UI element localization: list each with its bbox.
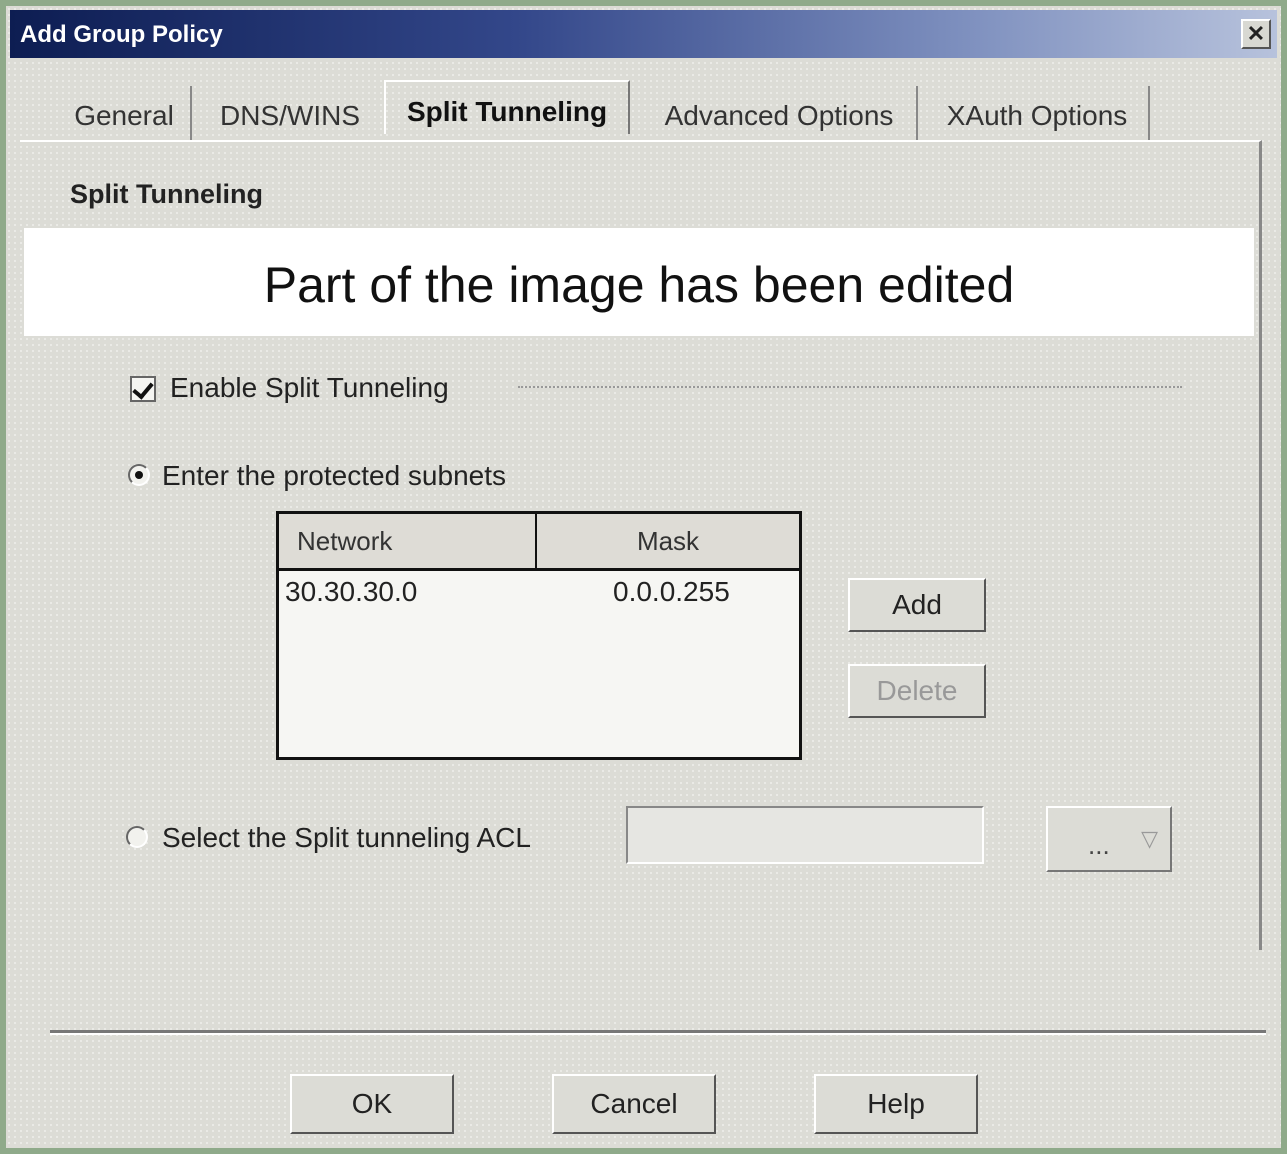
- subnet-table[interactable]: Network Mask 30.30.30.0 0.0.0.255: [276, 511, 802, 760]
- tab-general[interactable]: General: [58, 86, 192, 140]
- tab-split-tunneling[interactable]: Split Tunneling: [384, 80, 630, 134]
- cell-mask: 0.0.0.255: [613, 576, 730, 607]
- tab-xauth-options[interactable]: XAuth Options: [926, 86, 1150, 140]
- cancel-button-label: Cancel: [590, 1088, 678, 1119]
- split-acl-field[interactable]: [626, 806, 984, 864]
- delete-button[interactable]: Delete: [848, 664, 986, 718]
- split-acl-radio[interactable]: [126, 826, 148, 848]
- tab-label: General: [74, 100, 174, 131]
- section-title: Split Tunneling: [70, 179, 263, 209]
- window-title: Add Group Policy: [20, 21, 223, 48]
- enable-split-tunneling-label: Enable Split Tunneling: [170, 372, 449, 403]
- split-acl-dropdown-button[interactable]: ... ▽: [1046, 806, 1172, 872]
- ok-button[interactable]: OK: [290, 1074, 454, 1134]
- add-group-policy-dialog: Add Group Policy ✕ General DNS/WINS Spli…: [0, 0, 1287, 1154]
- tab-dns-wins[interactable]: DNS/WINS: [202, 86, 378, 140]
- tab-label: DNS/WINS: [220, 100, 360, 131]
- tab-label: XAuth Options: [946, 100, 1128, 131]
- title-bar[interactable]: Add Group Policy ✕: [10, 10, 1277, 58]
- table-header: Network Mask: [279, 514, 799, 571]
- column-header-network[interactable]: Network: [279, 514, 537, 568]
- add-button[interactable]: Add: [848, 578, 986, 632]
- split-acl-dropdown-label: ...: [1088, 830, 1110, 860]
- cell-network: 30.30.30.0: [285, 576, 418, 607]
- group-divider: [518, 386, 1182, 388]
- split-acl-label: Select the Split tunneling ACL: [162, 822, 531, 853]
- ok-button-label: OK: [351, 1088, 393, 1119]
- column-header-mask[interactable]: Mask: [537, 514, 799, 568]
- help-button[interactable]: Help: [814, 1074, 978, 1134]
- enable-split-tunneling-checkbox[interactable]: [130, 376, 156, 402]
- delete-button-label: Delete: [876, 675, 958, 706]
- tab-label: Split Tunneling: [406, 96, 608, 127]
- chevron-down-icon: ▽: [1141, 826, 1158, 851]
- add-button-label: Add: [892, 589, 942, 620]
- footer-divider: [50, 1030, 1266, 1035]
- close-icon: ✕: [1246, 21, 1266, 46]
- edit-notice-banner: Part of the image has been edited: [24, 228, 1254, 336]
- protected-subnets-radio[interactable]: [128, 464, 150, 486]
- close-button[interactable]: ✕: [1241, 19, 1271, 49]
- tab-advanced-options[interactable]: Advanced Options: [642, 86, 918, 140]
- tab-label: Advanced Options: [664, 100, 894, 131]
- cancel-button[interactable]: Cancel: [552, 1074, 716, 1134]
- protected-subnets-label: Enter the protected subnets: [162, 460, 506, 491]
- edit-notice-text: Part of the image has been edited: [263, 257, 1015, 313]
- help-button-label: Help: [867, 1088, 925, 1119]
